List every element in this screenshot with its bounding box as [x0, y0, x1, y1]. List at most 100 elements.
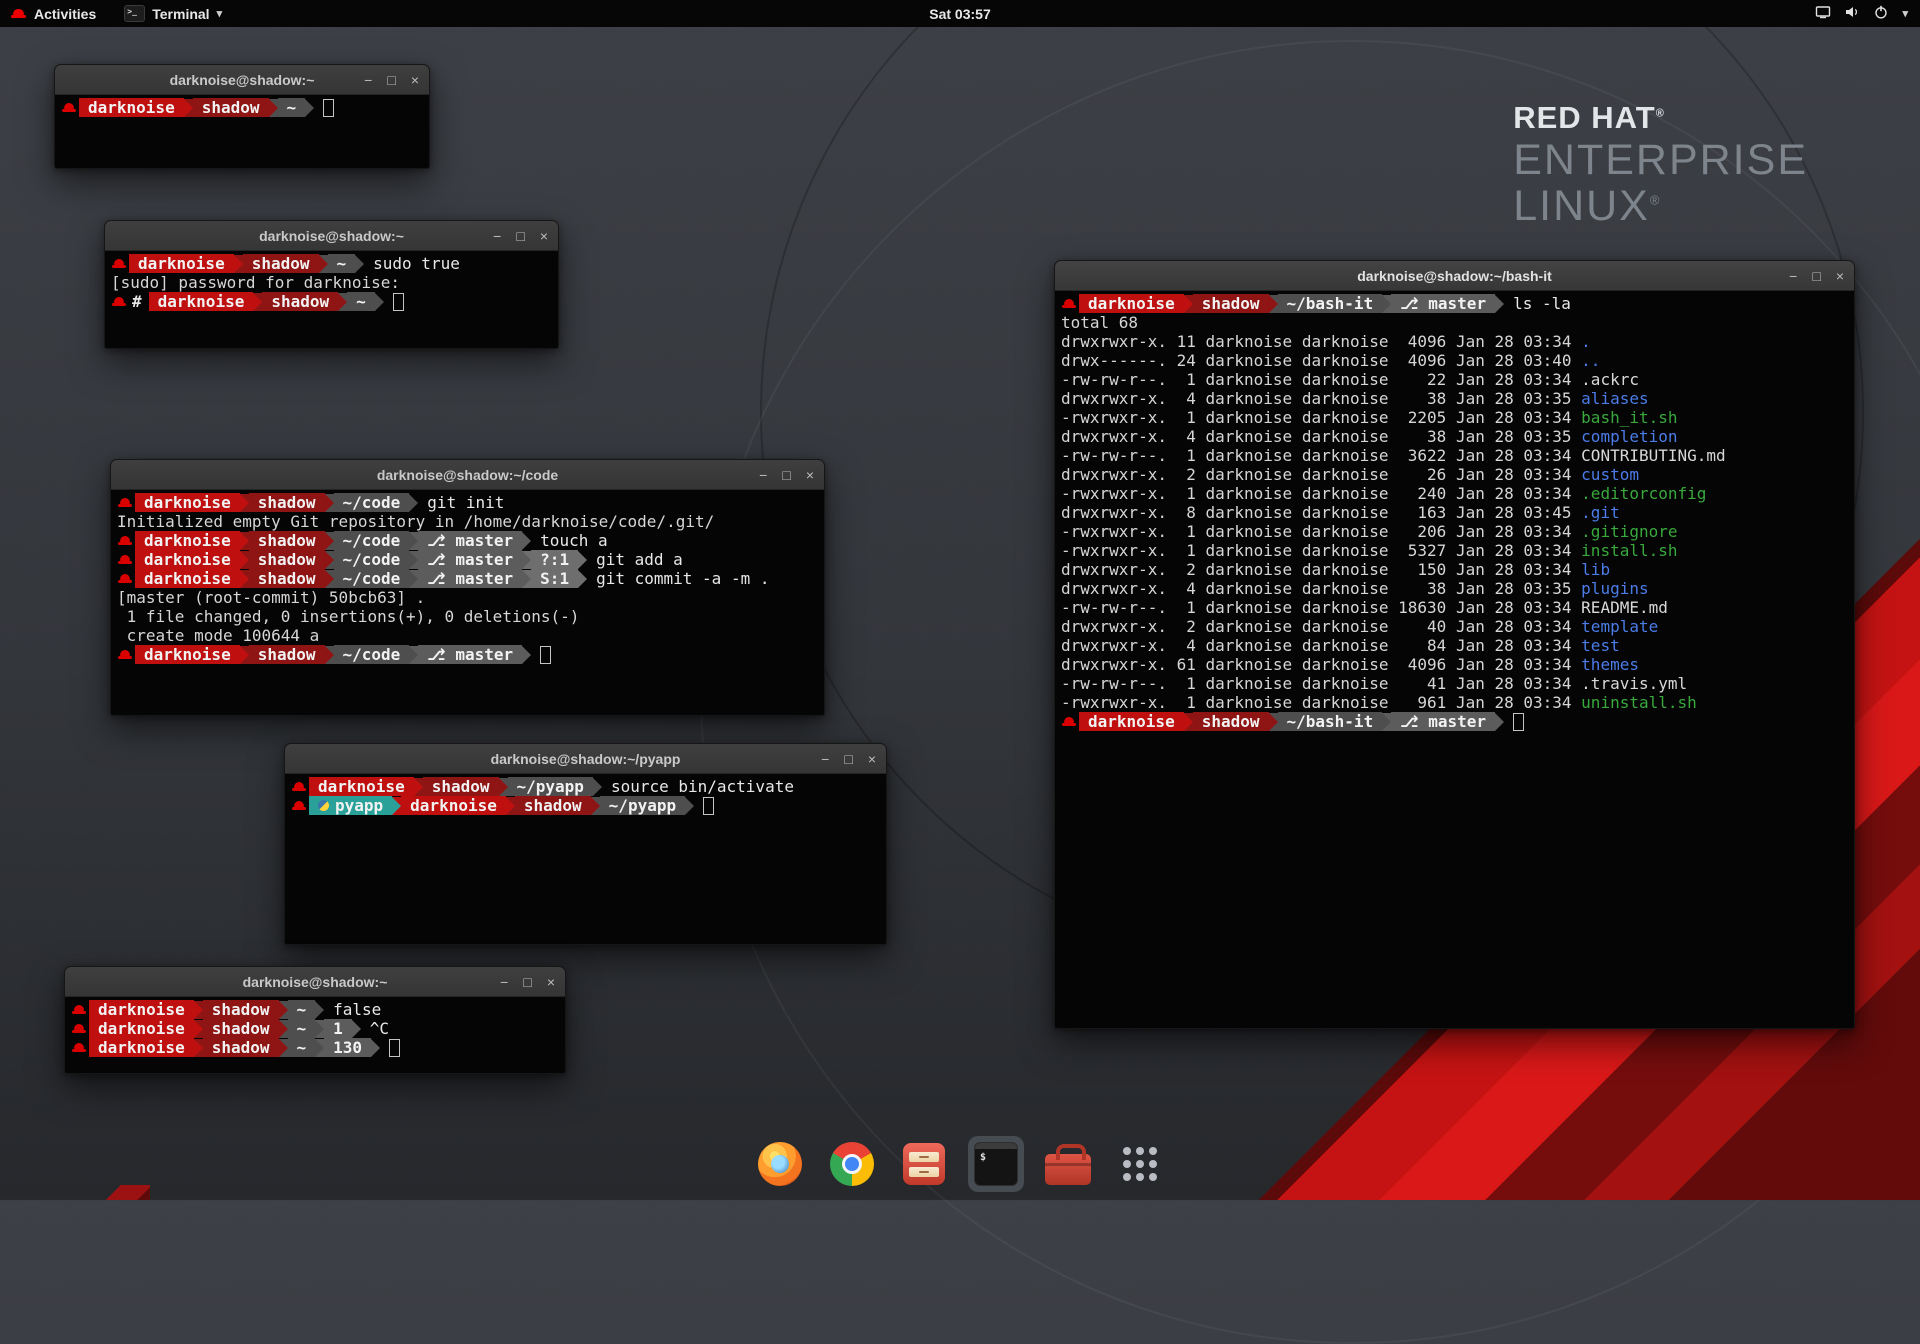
display-icon[interactable]	[1815, 4, 1831, 23]
maximize-button[interactable]: □	[782, 468, 790, 482]
output-line: -rwxrwxr-x. 1 darknoise darknoise 961 Ja…	[1061, 693, 1848, 712]
powerline-separator-icon	[315, 1039, 324, 1057]
maximize-button[interactable]: □	[523, 975, 531, 989]
prompt-line: darknoiseshadow~sudo true	[111, 254, 552, 273]
firefox-icon[interactable]	[752, 1136, 808, 1192]
output-text: [sudo] password for darknoise:	[111, 273, 410, 292]
ls-columns: -rwxrwxr-x. 1 darknoise darknoise 206 Ja…	[1061, 522, 1581, 541]
powerline-separator-icon	[234, 255, 243, 273]
prompt-segment-path: ~/pyapp	[600, 796, 685, 815]
window-titlebar[interactable]: darknoise@shadow:~ − □ ×	[105, 221, 558, 251]
chrome-icon[interactable]	[824, 1136, 880, 1192]
powerline-separator-icon	[315, 1001, 324, 1019]
ls-filename: README.md	[1581, 598, 1668, 617]
files-icon[interactable]	[896, 1136, 952, 1192]
toolbox-icon[interactable]	[1040, 1136, 1096, 1192]
window-titlebar[interactable]: darknoise@shadow:~ − □ ×	[55, 65, 429, 95]
fedora-icon	[117, 532, 133, 549]
command-text: git add a	[587, 550, 683, 569]
powerline-separator-icon	[593, 778, 602, 796]
window-titlebar[interactable]: darknoise@shadow:~/pyapp − □ ×	[285, 744, 886, 774]
output-line: -rwxrwxr-x. 1 darknoise darknoise 5327 J…	[1061, 541, 1848, 560]
output-line: -rw-rw-r--. 1 darknoise darknoise 3622 J…	[1061, 446, 1848, 465]
terminal-icon[interactable]: $	[968, 1136, 1024, 1192]
terminal-content[interactable]: darknoiseshadow~falsedarknoiseshadow~1^C…	[65, 997, 565, 1060]
terminal-window-home-2: darknoise@shadow:~ − □ × darknoiseshadow…	[64, 966, 566, 1074]
output-line: drwxrwxr-x. 61 darknoise darknoise 4096 …	[1061, 655, 1848, 674]
close-button[interactable]: ×	[1836, 269, 1844, 283]
terminal-content[interactable]: darknoiseshadow~/bash-it⎇ masterls -lato…	[1055, 291, 1854, 734]
prompt-segment-git: ⎇ master	[1391, 712, 1495, 731]
minimize-button[interactable]: −	[493, 229, 501, 243]
powerline-separator-icon	[319, 255, 328, 273]
prompt-segment-user: darknoise	[401, 796, 506, 815]
minimize-button[interactable]: −	[821, 752, 829, 766]
terminal-content[interactable]: darknoiseshadow~	[55, 95, 429, 120]
minimize-button[interactable]: −	[500, 975, 508, 989]
terminal-titlebar-strip	[975, 1143, 1017, 1149]
power-icon[interactable]	[1873, 4, 1889, 23]
clock[interactable]: Sat 03:57	[0, 6, 1920, 22]
prompt-line: darknoiseshadow~	[61, 98, 423, 117]
maximize-button[interactable]: □	[387, 73, 395, 87]
close-button[interactable]: ×	[540, 229, 548, 243]
terminal-content[interactable]: darknoiseshadow~/codegit initInitialized…	[111, 490, 824, 667]
close-button[interactable]: ×	[411, 73, 419, 87]
volume-icon[interactable]	[1844, 4, 1860, 23]
minimize-button[interactable]: −	[1789, 269, 1797, 283]
powerline-separator-icon	[409, 532, 418, 550]
window-title: darknoise@shadow:~	[170, 72, 315, 88]
powerline-separator-icon	[392, 797, 401, 815]
ls-columns: drwxrwxr-x. 4 darknoise darknoise 38 Jan…	[1061, 579, 1581, 598]
root-hash: #	[129, 292, 149, 311]
powerline-separator-icon	[240, 551, 249, 569]
ls-columns: -rwxrwxr-x. 1 darknoise darknoise 961 Ja…	[1061, 693, 1581, 712]
app-grid-icon[interactable]	[1112, 1136, 1168, 1192]
terminal-content[interactable]: darknoiseshadow~sudo true[sudo] password…	[105, 251, 558, 314]
prompt-segment-host: shadow	[203, 1019, 279, 1038]
output-line: Initialized empty Git repository in /hom…	[117, 512, 818, 531]
prompt-segment-path: ~/pyapp	[508, 777, 593, 796]
prompt-segment-stat: S:1	[531, 569, 578, 588]
powerline-separator-icon	[315, 1020, 324, 1038]
close-button[interactable]: ×	[806, 468, 814, 482]
terminal-window-pyapp: darknoise@shadow:~/pyapp − □ × darknoise…	[284, 743, 887, 945]
maximize-button[interactable]: □	[1812, 269, 1820, 283]
app-menu-terminal[interactable]: >_ Terminal ▾	[124, 0, 222, 27]
ls-filename: lib	[1581, 560, 1610, 579]
window-titlebar[interactable]: darknoise@shadow:~ − □ ×	[65, 967, 565, 997]
minimize-button[interactable]: −	[364, 73, 372, 87]
ls-filename: bash_it.sh	[1581, 408, 1677, 427]
close-button[interactable]: ×	[868, 752, 876, 766]
close-button[interactable]: ×	[547, 975, 555, 989]
prompt-segment-user: darknoise	[1079, 294, 1184, 313]
output-line: drwxrwxr-x. 4 darknoise darknoise 38 Jan…	[1061, 389, 1848, 408]
maximize-button[interactable]: □	[516, 229, 524, 243]
output-text: create mode 100644 a	[117, 626, 319, 645]
prompt-segment-path: ~/bash-it	[1278, 712, 1383, 731]
prompt-line: darknoiseshadow~/bash-it⎇ master	[1061, 712, 1848, 731]
terminal-window-home-1: darknoise@shadow:~ − □ × darknoiseshadow…	[54, 64, 430, 169]
output-line: drwxrwxr-x. 2 darknoise darknoise 26 Jan…	[1061, 465, 1848, 484]
terminal-content[interactable]: darknoiseshadow~/pyappsource bin/activat…	[285, 774, 886, 818]
text-cursor	[703, 797, 714, 815]
minimize-button[interactable]: −	[759, 468, 767, 482]
window-titlebar[interactable]: darknoise@shadow:~/code − □ ×	[111, 460, 824, 490]
prompt-segment-code: 1	[324, 1019, 352, 1038]
prompt-segment-host: shadow	[1193, 712, 1269, 731]
output-line: -rwxrwxr-x. 1 darknoise darknoise 206 Ja…	[1061, 522, 1848, 541]
terminal-prompt-glyph: $	[980, 1152, 986, 1163]
ls-filename: install.sh	[1581, 541, 1677, 560]
powerline-separator-icon	[578, 551, 587, 569]
window-titlebar[interactable]: darknoise@shadow:~/bash-it − □ ×	[1055, 261, 1854, 291]
wallpaper-red-sliver	[104, 1185, 150, 1200]
drawer	[909, 1167, 939, 1177]
prompt-segment-host: shadow	[249, 569, 325, 588]
maximize-button[interactable]: □	[844, 752, 852, 766]
powerline-separator-icon	[371, 1039, 380, 1057]
prompt-segment-host: shadow	[249, 645, 325, 664]
activities-button[interactable]: Activities	[10, 0, 96, 27]
chevron-down-icon[interactable]: ▾	[1902, 7, 1908, 20]
powerline-separator-icon	[1382, 295, 1391, 313]
prompt-line: pyappdarknoiseshadow~/pyapp	[291, 796, 880, 815]
